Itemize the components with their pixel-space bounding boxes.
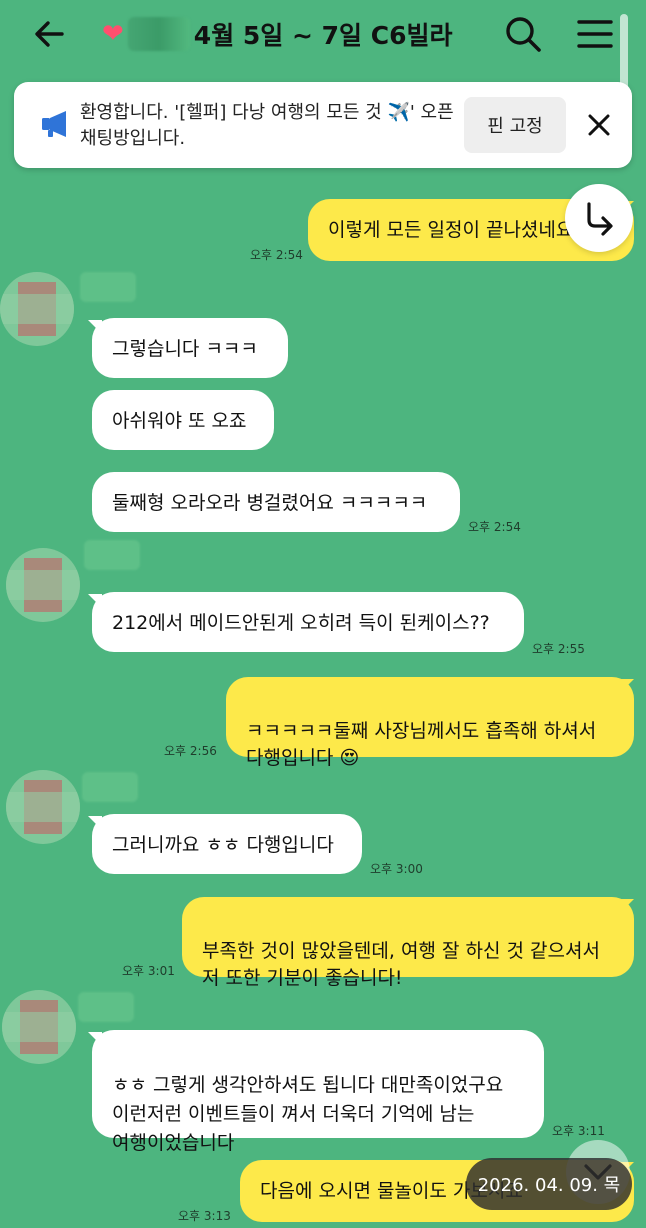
- message-time: 오후 3:01: [122, 964, 175, 978]
- bubble-tail: [88, 1032, 102, 1046]
- bubble-tail: [88, 320, 102, 334]
- heart-emoji-icon: ❤: [102, 19, 124, 49]
- message-bubble[interactable]: 그러니까요 ㅎㅎ 다행입니다: [92, 814, 362, 874]
- sender-name: [80, 272, 136, 302]
- avatar[interactable]: [2, 990, 76, 1064]
- message-bubble[interactable]: 아쉬워야 또 오죠: [92, 390, 274, 450]
- pin-button[interactable]: 핀 고정: [464, 97, 566, 153]
- message-bubble[interactable]: ㅋㅋㅋㅋㅋ둘째 사장님께서도 흡족해 하셔서 다행입니다 😍: [226, 677, 634, 769]
- bubble-tail: [620, 899, 634, 913]
- message-text: 212에서 메이드안된게 오히려 득이 된케이스??: [112, 612, 490, 634]
- sender-name: [78, 992, 134, 1022]
- message-text: 그렇습니다 ㅋㅋㅋ: [112, 338, 258, 360]
- share-arrow-icon: [587, 202, 613, 236]
- message-text: 아쉬워야 또 오죠: [112, 410, 247, 432]
- message-bubble[interactable]: 212에서 메이드안된게 오히려 득이 된케이스??: [92, 592, 524, 652]
- sender-name: [84, 540, 140, 570]
- message-time: 오후 3:11: [552, 1124, 605, 1138]
- message-bubble[interactable]: ㅎㅎ 그렇게 생각안하셔도 됩니다 대만족이었구요 이런저런 이벤트들이 껴서 …: [92, 1030, 544, 1154]
- date-overlay: 2026. 04. 09. 목: [466, 1158, 632, 1210]
- avatar[interactable]: [0, 272, 74, 346]
- megaphone-icon: [42, 111, 66, 137]
- message-bubble[interactable]: 둘째형 오라오라 병걸렸어요 ㅋㅋㅋㅋㅋ: [92, 472, 460, 532]
- share-button[interactable]: [565, 184, 633, 252]
- message-time: 오후 2:54: [468, 520, 521, 534]
- search-icon[interactable]: [503, 14, 543, 54]
- message-text: ㅎㅎ 그렇게 생각안하셔도 됩니다 대만족이었구요 이런저런 이벤트들이 껴서 …: [112, 1074, 504, 1154]
- back-arrow-icon[interactable]: [30, 14, 70, 54]
- message-time: 오후 2:54: [250, 248, 303, 262]
- bubble-tail: [620, 679, 634, 693]
- message-time: 오후 2:56: [164, 744, 217, 758]
- message-time: 오후 2:55: [532, 642, 585, 656]
- close-icon[interactable]: [584, 110, 614, 140]
- notice-text: 환영합니다. '[헬퍼] 다낭 여행의 모든 것 ✈️' 오픈채팅방입니다.: [80, 102, 454, 149]
- blurred-name: [127, 17, 190, 51]
- chat-header: ❤ 4월 5일 ~ 7일 C6빌라: [0, 0, 646, 100]
- message-text: 둘째형 오라오라 병걸렸어요 ㅋㅋㅋㅋㅋ: [112, 492, 428, 514]
- notice-banner[interactable]: 환영합니다. '[헬퍼] 다낭 여행의 모든 것 ✈️' 오픈채팅방입니다. 핀…: [14, 82, 632, 168]
- message-bubble[interactable]: 그렇습니다 ㅋㅋㅋ: [92, 318, 288, 378]
- sender-name: [82, 772, 138, 802]
- menu-icon[interactable]: [575, 14, 615, 54]
- bubble-tail: [88, 816, 102, 830]
- chat-title-text: 4월 5일 ~ 7일 C6빌라: [193, 21, 453, 50]
- message-time: 오후 3:13: [178, 1209, 231, 1223]
- message-text: 부족한 것이 많았을텐데, 여행 잘 하신 것 같으셔서 저 또한 기분이 좋습…: [202, 940, 600, 989]
- message-text: 그러니까요 ㅎㅎ 다행입니다: [112, 834, 334, 856]
- message-time: 오후 3:00: [370, 862, 423, 876]
- message-text: ㅋㅋㅋㅋㅋ둘째 사장님께서도 흡족해 하셔서 다행입니다 😍: [246, 720, 597, 769]
- bubble-tail: [88, 594, 102, 608]
- message-text: 이렇게 모든 일정이 끝나셨네요: [328, 219, 574, 241]
- avatar[interactable]: [6, 548, 80, 622]
- avatar[interactable]: [6, 770, 80, 844]
- chat-title[interactable]: ❤ 4월 5일 ~ 7일 C6빌라: [102, 14, 453, 54]
- message-bubble[interactable]: 부족한 것이 많았을텐데, 여행 잘 하신 것 같으셔서 저 또한 기분이 좋습…: [182, 897, 634, 989]
